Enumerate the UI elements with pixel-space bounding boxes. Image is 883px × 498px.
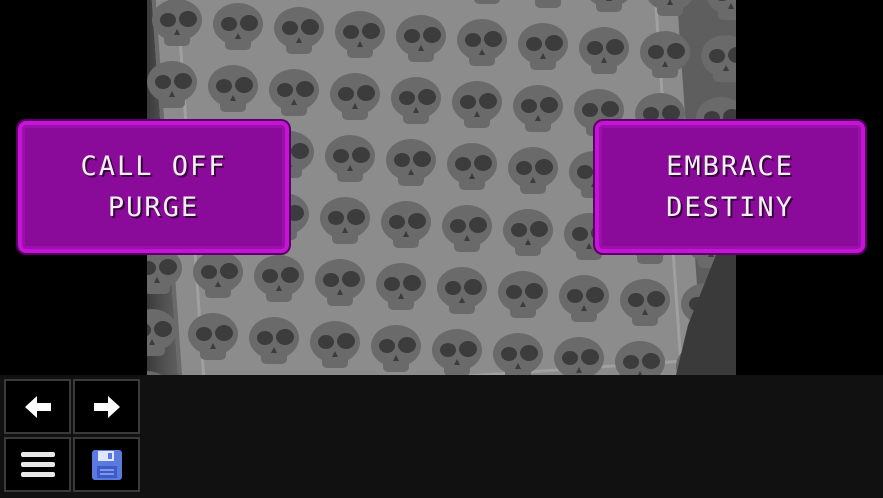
skull-icon (452, 81, 502, 128)
skull-icon (559, 275, 609, 322)
skull-icon (498, 271, 548, 318)
skull-icon (396, 15, 446, 62)
skull-icon (620, 279, 670, 326)
skull-icon (315, 259, 365, 306)
hamburger-menu-icon (20, 451, 55, 477)
floppy-disk-save-icon (91, 449, 122, 480)
skull-icon (147, 309, 177, 356)
skull-icon (432, 329, 482, 375)
save-button[interactable] (73, 437, 140, 492)
skull-icon (152, 0, 202, 46)
arrow-left-icon (24, 395, 51, 418)
skull-icon (391, 77, 441, 124)
skull-icon (457, 19, 507, 66)
skull-icon (437, 267, 487, 314)
skull-icon (648, 0, 692, 16)
arrow-right-icon (93, 395, 120, 418)
skull-icon (310, 321, 360, 368)
skull-icon (249, 317, 299, 364)
skull-icon (513, 85, 563, 132)
skull-icon (274, 7, 324, 54)
skull-icon (213, 3, 263, 50)
skull-icon (508, 147, 558, 194)
skull-icon (147, 247, 182, 294)
skull-icon (208, 65, 258, 112)
game-screen: CALL OFF PURGE EMBRACE DESTINY (0, 0, 883, 498)
skull-icon (381, 201, 431, 248)
menu-button[interactable] (4, 437, 71, 492)
skull-icon (320, 197, 370, 244)
skull-icon (269, 69, 319, 116)
skull-icon (535, 0, 561, 8)
skull-icon (442, 205, 492, 252)
skull-icon (474, 0, 500, 4)
skull-icon (330, 73, 380, 120)
skull-icon (193, 251, 243, 298)
skull-icon (147, 61, 197, 108)
choice-label-right: EMBRACE DESTINY (666, 151, 794, 223)
skull-icon (447, 143, 497, 190)
skull-icon (376, 263, 426, 310)
skull-icon (371, 325, 421, 372)
skull-icon (325, 135, 375, 182)
toolbar (0, 375, 883, 498)
back-button[interactable] (4, 379, 71, 434)
skull-icon (188, 313, 238, 360)
choice-label-left: CALL OFF PURGE (80, 151, 227, 223)
forward-button[interactable] (73, 379, 140, 434)
skull-icon (335, 11, 385, 58)
skull-icon (254, 255, 304, 302)
skull-icon (707, 0, 736, 20)
skull-icon (615, 341, 665, 375)
skull-icon (503, 209, 553, 256)
skull-icon (590, 0, 628, 12)
embrace-destiny-button[interactable]: EMBRACE DESTINY (595, 121, 865, 253)
skull-icon (518, 23, 568, 70)
skull-icon (701, 35, 736, 82)
skull-icon (386, 139, 436, 186)
skull-icon (579, 27, 629, 74)
skull-icon (554, 337, 604, 375)
skull-icon (640, 31, 690, 78)
skull-icon (493, 333, 543, 375)
call-off-purge-button[interactable]: CALL OFF PURGE (18, 121, 289, 253)
